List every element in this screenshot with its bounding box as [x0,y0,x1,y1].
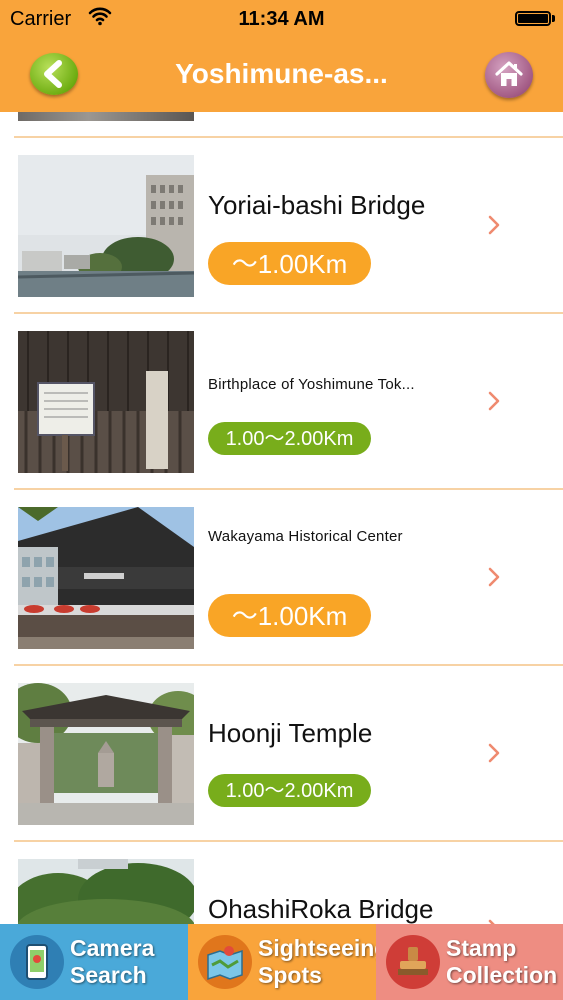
spot-name: Birthplace of Yoshimune Tok... [208,376,415,393]
tab-label: Stamp Collection [446,935,563,989]
spot-row[interactable]: OhashiRoka Bridge [0,842,563,924]
chevron-right-icon [488,391,500,411]
spot-row[interactable]: Birthplace of Yoshimune Tok... 1.00～2.00… [0,314,563,490]
tab-label-line2: Collection [446,962,558,988]
clock: 11:34 AM [238,8,325,30]
spot-name: Hoonji Temple [208,718,373,748]
home-icon [495,61,523,86]
map-icon [198,935,252,989]
spot-thumbnail [18,683,194,825]
tab-stamp-collection[interactable]: Stamp Collection [376,924,563,1000]
distance-badge: 1.00～2.00Km [208,774,371,807]
spot-name: Yoriai-bashi Bridge [208,190,426,220]
back-button[interactable] [30,53,78,95]
navigation-bar: Yoshimune-as... [0,38,563,112]
spot-name: Wakayama Historical Center [208,528,403,545]
chevron-right-icon [488,215,500,235]
tab-label-line2: Search [70,962,147,988]
spot-thumbnail [18,859,194,924]
battery-icon [515,11,551,26]
spot-row[interactable]: Wakayama Historical Center ～1.00Km [0,490,563,666]
spot-thumbnail [18,331,194,473]
spot-row[interactable]: Hoonji Temple 1.00～2.00Km [0,666,563,842]
tab-bar: Camera Search Sightseeing Spots Stamp Co… [0,924,563,1000]
chevron-right-icon [488,743,500,763]
spot-list[interactable]: Yoriai-bashi Bridge ～1.00Km Birthplace o… [0,112,563,924]
spot-row[interactable]: Yoriai-bashi Bridge ～1.00Km [0,138,563,314]
distance-badge: ～1.00Km [208,242,371,285]
distance-badge: 1.00～2.00Km [208,422,371,455]
tab-label: Camera Search [70,935,190,989]
page-title: Yoshimune-as... [175,58,388,89]
tab-sightseeing-spots[interactable]: Sightseeing Spots [188,924,389,1000]
stamp-icon [386,935,440,989]
tab-label-line1: Stamp [446,935,517,961]
spot-thumbnail [18,155,194,297]
home-button[interactable] [485,52,533,98]
distance-badge: ～1.00Km [208,594,371,637]
chevron-left-icon [44,60,62,88]
chevron-right-icon [488,567,500,587]
camera-search-icon [10,935,64,989]
battery-tip [552,15,555,22]
tab-label-line2: Spots [258,962,322,988]
previous-spot-thumbnail [18,112,194,121]
tab-label-line1: Sightseeing [258,935,389,961]
tab-label-line1: Camera [70,935,155,961]
spot-name: OhashiRoka Bridge [208,894,434,924]
spot-thumbnail [18,507,194,649]
tab-label: Sightseeing Spots [258,935,389,989]
tab-camera-search[interactable]: Camera Search [0,924,188,1000]
status-bar: Carrier 11:34 AM [0,0,563,38]
